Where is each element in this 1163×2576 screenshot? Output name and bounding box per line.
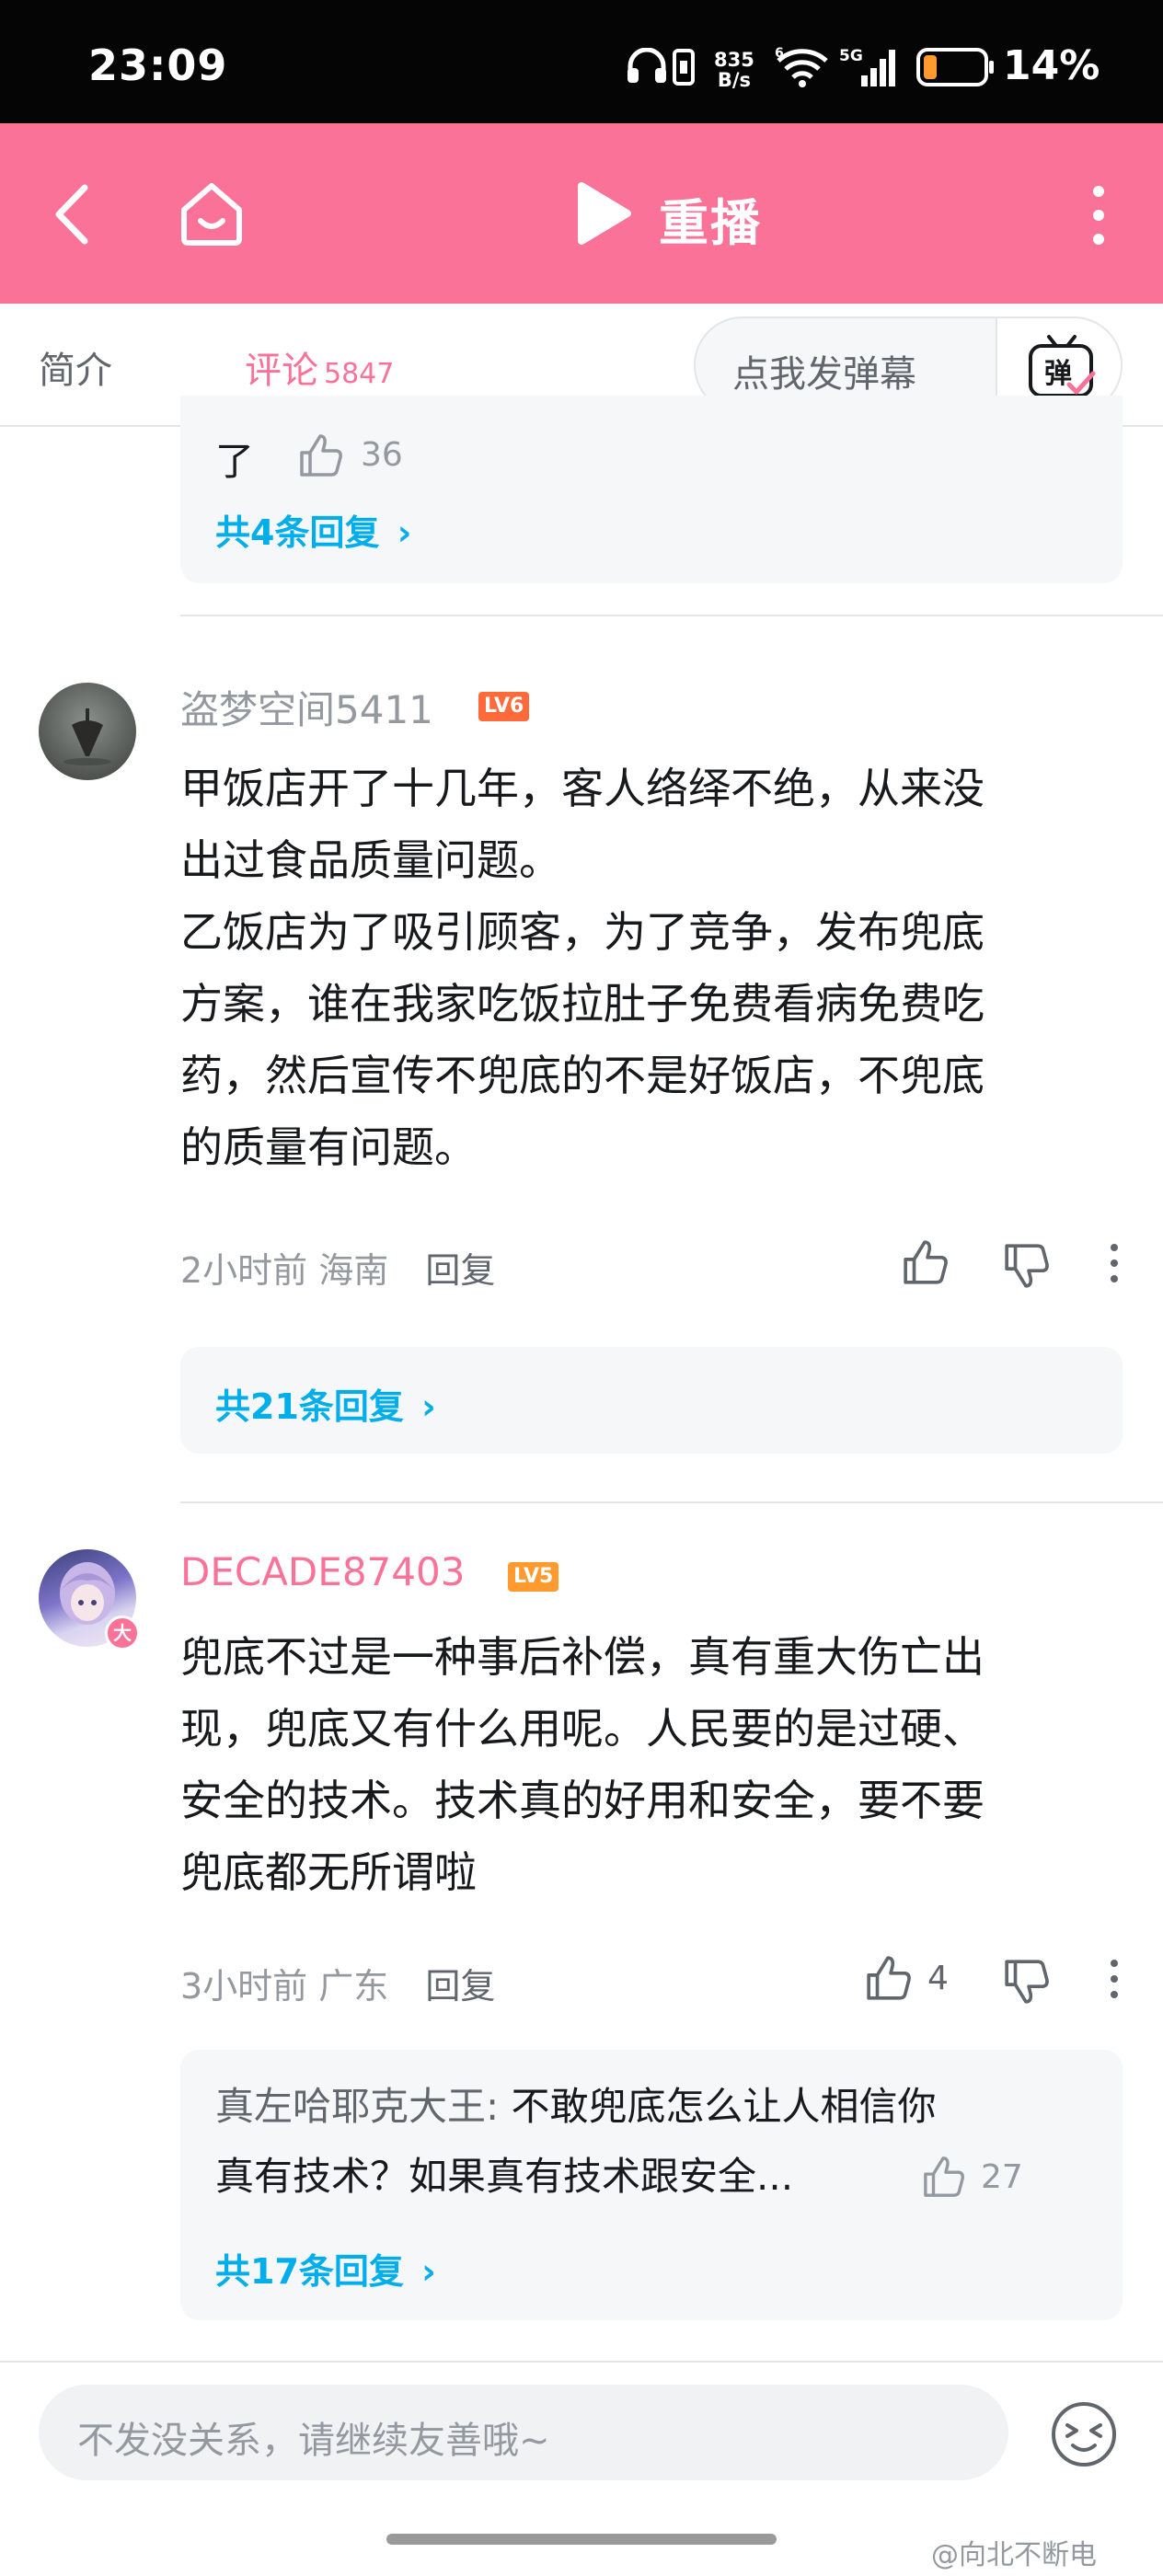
- status-time: 23:09: [88, 40, 228, 90]
- comment-text: 兜底不过是一种事后补偿，真有重大伤亡出 现，兜底又有什么用呢。人民要的是过硬、 …: [180, 1632, 985, 1897]
- dislike-icon[interactable]: [1003, 1958, 1051, 2006]
- reply-preview-tail: 了: [215, 439, 255, 484]
- comment-divider: [180, 1501, 1163, 1503]
- status-bar: 23:09 835 B/s 6 5G 14%: [0, 0, 1163, 123]
- comment-location: 广东: [318, 1966, 389, 2007]
- sub-reply-text-2: 真有技术？如果真有技术跟安全...: [215, 2154, 794, 2199]
- sub-reply[interactable]: 真左哈耶克大王: 不敢兜底怎么让人相信你: [215, 2072, 937, 2142]
- tab-intro[interactable]: 简介: [39, 340, 112, 394]
- like-icon[interactable]: [865, 1954, 913, 2002]
- play-icon[interactable]: [572, 180, 633, 247]
- wifi-icon: 6: [775, 46, 828, 87]
- player-top-bar: 重播: [0, 123, 1163, 304]
- level-badge: LV6: [478, 692, 530, 721]
- reply-preview-box[interactable]: 真左哈耶克大王: 不敢兜底怎么让人相信你 真有技术？如果真有技术跟安全... 2…: [180, 2050, 1123, 2320]
- home-icon[interactable]: [177, 178, 247, 248]
- sub-reply-like-count: 27: [981, 2158, 1023, 2196]
- replay-title[interactable]: 重播: [659, 182, 762, 255]
- danmaku-icon: 弹: [1029, 335, 1096, 397]
- more-options-icon[interactable]: [1108, 1958, 1121, 2000]
- chevron-right-icon: ›: [421, 2251, 436, 2292]
- back-icon[interactable]: [52, 182, 92, 247]
- battery-percent: 14%: [1003, 42, 1100, 89]
- more-options-icon[interactable]: [1108, 1242, 1121, 1284]
- comment-input[interactable]: 不发没关系，请继续友善哦~: [39, 2385, 1008, 2480]
- reply-button[interactable]: 回复: [425, 1966, 495, 2007]
- chevron-right-icon: ›: [397, 512, 412, 553]
- sub-reply-username[interactable]: 真左哈耶克大王:: [215, 2084, 499, 2129]
- reply-preview-box: 了 36 共4条回复 ›: [180, 396, 1123, 583]
- sub-reply-text-1: 不敢兜底怎么让人相信你: [499, 2084, 937, 2129]
- battery-icon: [916, 48, 994, 86]
- vibrate-icon: [673, 49, 695, 86]
- tab-comments[interactable]: 评论 5847: [245, 340, 394, 394]
- more-replies-link[interactable]: 共17条回复 ›: [215, 2243, 436, 2294]
- more-replies-link[interactable]: 共4条回复 ›: [215, 504, 411, 555]
- more-vertical-icon[interactable]: [1088, 182, 1110, 248]
- comment-meta: 3小时前 广东 回复: [180, 1958, 495, 2008]
- watermark: @向北不断电: [931, 2539, 1097, 2571]
- net-speed: 835 B/s: [714, 49, 754, 91]
- comment-meta: 2小时前 海南 回复: [180, 1242, 495, 1293]
- svg-text:5G: 5G: [839, 47, 863, 65]
- tab-comments-count: 5847: [324, 358, 395, 390]
- comment-username[interactable]: DECADE87403: [180, 1549, 465, 1594]
- comment-divider: [180, 615, 1163, 616]
- danmaku-placeholder: 点我发弹幕: [732, 353, 916, 396]
- tab-comments-label: 评论: [245, 350, 318, 392]
- avatar[interactable]: [39, 683, 136, 780]
- svg-text:6: 6: [775, 46, 784, 61]
- level-badge: LV5: [508, 1562, 559, 1592]
- reply-preview-like-count: 36: [361, 436, 403, 474]
- comment-input-placeholder: 不发没关系，请继续友善哦~: [77, 2420, 550, 2462]
- home-indicator: [386, 2534, 777, 2545]
- like-count: 4: [927, 1960, 949, 1997]
- comment-time: 2小时前: [180, 1250, 308, 1291]
- comment-username[interactable]: 盗梦空间5411: [180, 679, 433, 735]
- like-icon[interactable]: [902, 1238, 950, 1286]
- avatar-badge: 大: [105, 1616, 140, 1650]
- comment-time: 3小时前: [180, 1966, 308, 2007]
- signal-5g-icon: 5G: [839, 47, 895, 86]
- chevron-right-icon: ›: [421, 1386, 436, 1427]
- reply-button[interactable]: 回复: [425, 1250, 495, 1291]
- spinning-top-image: [63, 708, 111, 765]
- comment-location: 海南: [318, 1250, 389, 1291]
- like-icon[interactable]: [922, 2155, 966, 2199]
- headphones-icon: [628, 48, 666, 83]
- emoji-icon[interactable]: [1049, 2399, 1119, 2469]
- more-replies-link[interactable]: 共21条回复 ›: [215, 1378, 436, 1429]
- like-icon[interactable]: [298, 432, 344, 478]
- dislike-icon[interactable]: [1003, 1242, 1051, 1290]
- reply-preview-box: 共21条回复 ›: [180, 1347, 1123, 1454]
- comment-text: 甲饭店开了十几年，客人络绎不绝，从来没 出过食品质量问题。 乙饭店为了吸引顾客，…: [180, 764, 985, 1172]
